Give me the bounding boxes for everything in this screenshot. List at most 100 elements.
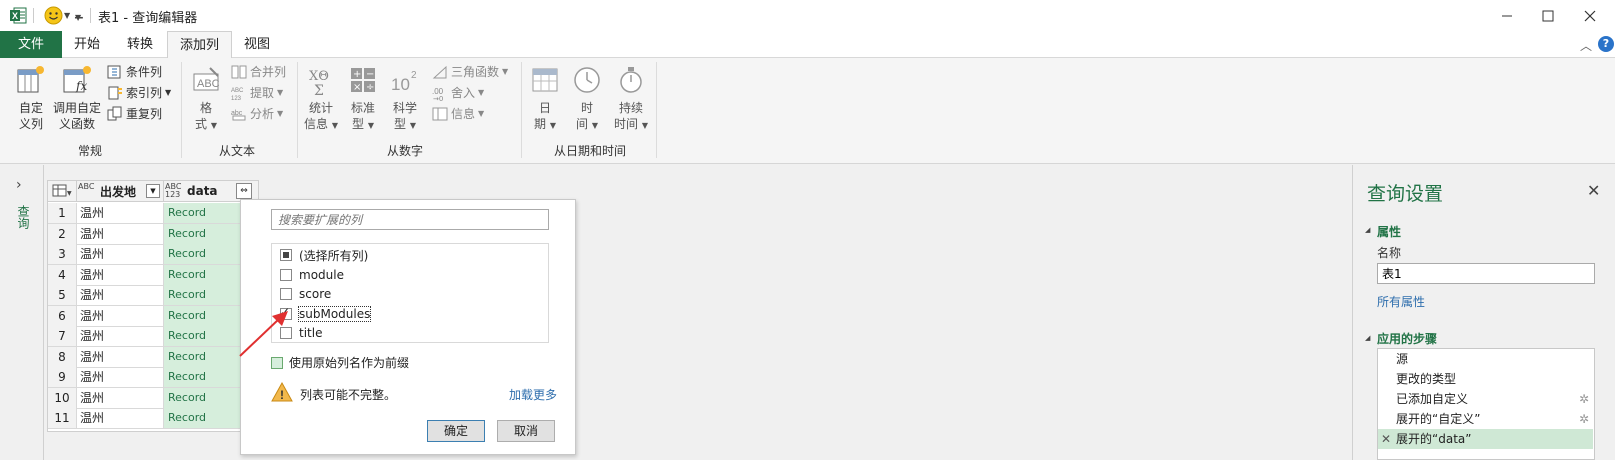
merge-columns-button[interactable]: 合并列 [231, 62, 286, 82]
standard-button[interactable]: + − × ÷ 标准 型 ▼ [345, 64, 381, 134]
smiley-dropdown-icon[interactable]: ▼ [64, 11, 70, 20]
column-header-data[interactable]: data [187, 184, 218, 198]
expand-option-item[interactable]: score [280, 285, 331, 303]
cell-origin[interactable]: 温州 [77, 203, 164, 224]
column-type-icon-text[interactable]: ABC [78, 183, 94, 191]
column-filter-dropdown-icon[interactable]: ▼ [146, 184, 160, 198]
trigonometry-button[interactable]: 三角函数 ▼ [432, 62, 508, 82]
step-settings-gear-icon[interactable]: ✲ [1579, 409, 1589, 429]
extract-dropdown-icon[interactable]: ▼ [277, 83, 283, 103]
index-column-dropdown-icon[interactable]: ▼ [165, 83, 171, 103]
tab-transform[interactable]: 转换 [115, 31, 165, 58]
properties-collapse-icon[interactable]: ◢ [1365, 226, 1370, 234]
maximize-button[interactable] [1525, 0, 1571, 31]
duration-dropdown-icon[interactable]: ▼ [642, 121, 648, 130]
applied-step[interactable]: 更改的类型 [1378, 369, 1593, 389]
tab-view[interactable]: 视图 [232, 31, 282, 58]
format-dropdown-icon[interactable]: ▼ [211, 121, 217, 130]
invoke-function-button[interactable]: fx 调用自定 义函数 [51, 64, 103, 132]
conditional-column-button[interactable]: 条件列 [107, 62, 162, 82]
duplicate-column-button[interactable]: 重复列 [107, 104, 162, 124]
index-column-button[interactable]: 索引列 ▼ [107, 83, 171, 103]
table-row[interactable]: 3 温州 Record [48, 244, 258, 265]
cell-origin[interactable]: 温州 [77, 285, 164, 306]
table-row[interactable]: 8 温州 Record [48, 346, 258, 368]
date-button[interactable]: 日 期 ▼ [527, 64, 563, 134]
table-row[interactable]: 9 温州 Record [48, 367, 258, 388]
tab-file[interactable]: 文件 [0, 31, 62, 58]
select-all-checkbox[interactable] [280, 249, 292, 261]
load-more-link[interactable]: 加载更多 [509, 386, 557, 403]
cell-origin[interactable]: 温州 [77, 223, 164, 245]
feedback-smiley-icon[interactable] [44, 6, 63, 25]
close-button[interactable] [1567, 0, 1613, 31]
table-row[interactable]: 4 温州 Record [48, 264, 258, 286]
column-header-origin[interactable]: 出发地 [100, 183, 136, 200]
statistics-button[interactable]: XΘ Σ 统计 信息 ▼ [303, 64, 339, 134]
applied-step[interactable]: 源 [1378, 349, 1593, 369]
custom-column-button[interactable]: 自定 义列 [14, 64, 48, 132]
ok-button[interactable]: 确定 [427, 420, 485, 442]
column-type-icon-any[interactable]: ABC 123 [165, 183, 183, 199]
time-dropdown-icon[interactable]: ▼ [592, 121, 598, 130]
cell-origin[interactable]: 温州 [77, 305, 164, 327]
date-dropdown-icon[interactable]: ▼ [550, 121, 556, 130]
steps-collapse-icon[interactable]: ◢ [1365, 334, 1370, 342]
table-menu-icon[interactable]: ▼ [52, 184, 74, 198]
trigonometry-dropdown-icon[interactable]: ▼ [502, 62, 508, 82]
close-settings-icon[interactable]: ✕ [1587, 181, 1600, 200]
table-row[interactable]: 6 温州 Record [48, 305, 258, 327]
cell-origin[interactable]: 温州 [77, 264, 164, 286]
expand-option-item[interactable]: (选择所有列) [280, 246, 368, 264]
queries-pane-label[interactable]: 查询 [15, 205, 32, 229]
table-row[interactable]: 5 温州 Record [48, 285, 258, 306]
cell-origin[interactable]: 温州 [77, 367, 164, 388]
cell-origin[interactable]: 温州 [77, 387, 164, 409]
expand-search-input[interactable] [271, 209, 549, 230]
parse-button[interactable]: abc 分析 ▼ [231, 104, 283, 124]
rounding-button[interactable]: .00 →0 舍入 ▼ [432, 83, 484, 103]
cell-origin[interactable]: 温州 [77, 346, 164, 368]
cell-origin[interactable]: 温州 [77, 408, 164, 429]
collapse-ribbon-icon[interactable]: ︿ [1580, 37, 1592, 54]
scientific-dropdown-icon[interactable]: ▼ [410, 121, 416, 130]
step-settings-gear-icon[interactable]: ✲ [1579, 389, 1589, 409]
tab-home[interactable]: 开始 [62, 31, 112, 58]
help-icon[interactable]: ? [1598, 36, 1614, 52]
scientific-button[interactable]: 10 2 科学 型 ▼ [387, 64, 423, 134]
table-row[interactable]: 7 温州 Record [48, 326, 258, 347]
expand-column-icon[interactable]: ⇔ [236, 183, 252, 199]
excel-logo-icon: X [10, 7, 27, 24]
applied-step[interactable]: ✕ 展开的“data” [1378, 429, 1593, 449]
time-button[interactable]: 时 间 ▼ [569, 64, 605, 134]
cancel-button[interactable]: 取消 [497, 420, 555, 442]
option-checkbox[interactable] [280, 268, 292, 281]
table-row[interactable]: 2 温州 Record [48, 223, 258, 245]
extract-button[interactable]: ABC 123 提取 ▼ [231, 83, 283, 103]
statistics-dropdown-icon[interactable]: ▼ [332, 121, 338, 130]
applied-step[interactable]: 展开的“自定义” ✲ [1378, 409, 1593, 429]
tab-add-column[interactable]: 添加列 [167, 31, 233, 59]
expand-queries-chevron-icon[interactable]: › [16, 177, 22, 193]
information-dropdown-icon[interactable]: ▼ [478, 104, 484, 124]
delete-step-icon[interactable]: ✕ [1381, 429, 1391, 449]
table-row[interactable]: 11 温州 Record [48, 408, 258, 429]
trigonometry-label: 三角函数 [451, 65, 500, 79]
information-button[interactable]: 信息 ▼ [432, 104, 484, 124]
all-properties-link[interactable]: 所有属性 [1377, 293, 1425, 310]
standard-dropdown-icon[interactable]: ▼ [368, 121, 374, 130]
option-checkbox[interactable] [280, 288, 292, 301]
format-button[interactable]: ABC 格 式 ▼ [189, 64, 223, 134]
expand-option-item[interactable]: module [280, 266, 344, 284]
cell-origin[interactable]: 温州 [77, 244, 164, 265]
quick-access-dropdown-icon[interactable]: ▁ ▼ [75, 9, 83, 29]
table-row[interactable]: 1 温州 Record [48, 203, 258, 224]
duration-button[interactable]: 持续 时间 ▼ [611, 64, 651, 134]
parse-dropdown-icon[interactable]: ▼ [277, 104, 283, 124]
cell-origin[interactable]: 温州 [77, 326, 164, 347]
applied-step[interactable]: 已添加自定义 ✲ [1378, 389, 1593, 409]
table-row[interactable]: 10 温州 Record [48, 387, 258, 409]
rounding-dropdown-icon[interactable]: ▼ [478, 83, 484, 103]
minimize-button[interactable] [1484, 0, 1530, 31]
query-name-input[interactable] [1377, 263, 1595, 284]
